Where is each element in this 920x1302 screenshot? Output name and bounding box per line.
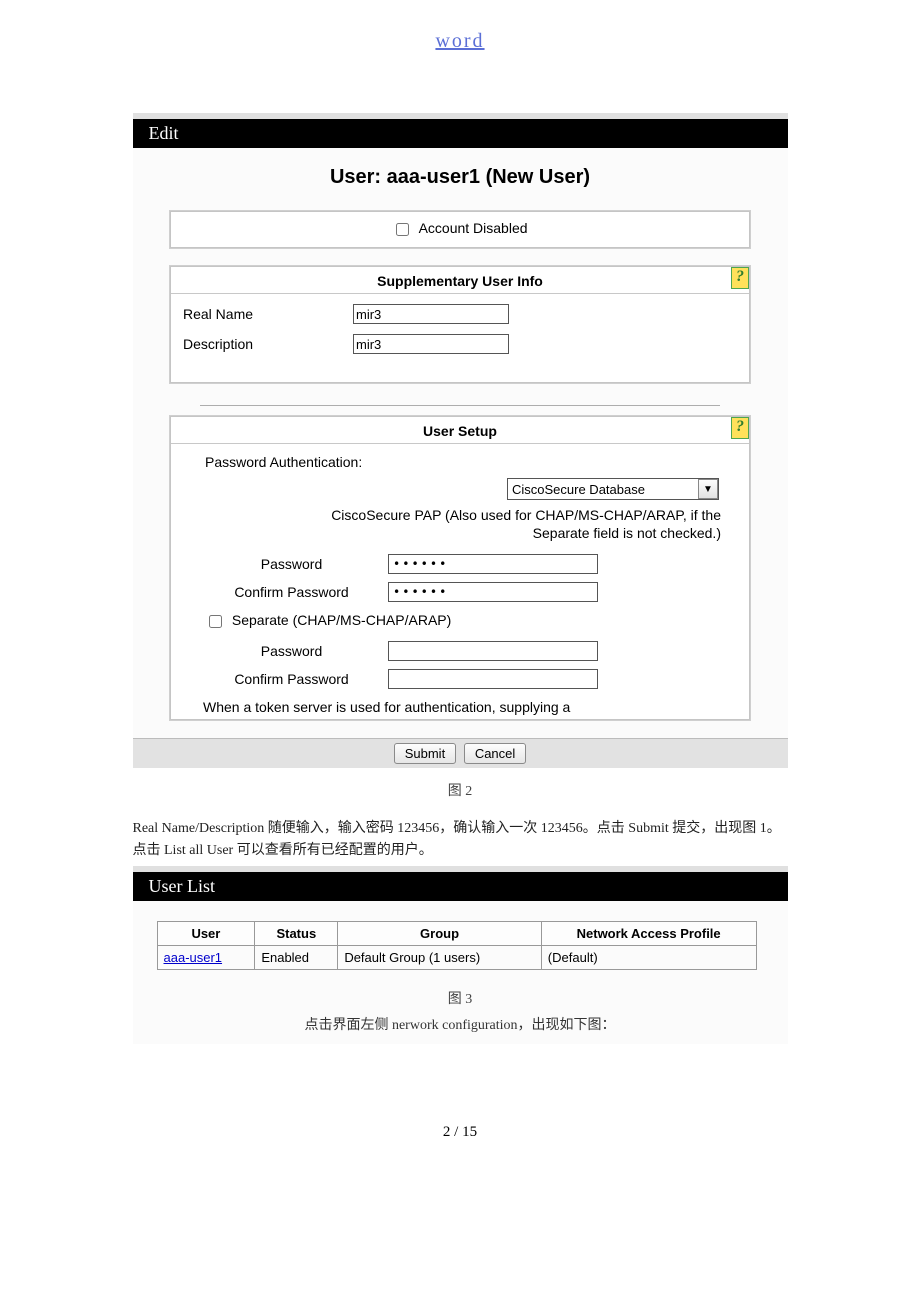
pap-note: CiscoSecure PAP (Also used for CHAP/MS-C…: [197, 506, 721, 542]
password-auth-label: Password Authentication:: [205, 454, 723, 470]
cancel-button[interactable]: Cancel: [464, 743, 526, 764]
supp-user-info-panel: Supplementary User Info ? Real Name Desc…: [170, 266, 750, 383]
sep-confirm-input[interactable]: [388, 669, 598, 689]
page-footer: 2 / 15: [0, 1124, 920, 1141]
password-input[interactable]: [388, 554, 598, 574]
user-setup-panel: User Setup ? Password Authentication: Ci…: [170, 416, 750, 720]
description-label: Description: [183, 336, 353, 352]
db-select[interactable]: CiscoSecure Database ▼: [507, 478, 719, 500]
account-disabled-checkbox[interactable]: [396, 223, 409, 236]
supp-header: Supplementary User Info ?: [171, 267, 749, 294]
real-name-input[interactable]: [353, 304, 509, 324]
table-header-row: User Status Group Network Access Profile: [157, 922, 756, 946]
db-select-value: CiscoSecure Database: [508, 482, 698, 497]
user-setup-header-text: User Setup: [423, 423, 497, 439]
cell-status: Enabled: [255, 946, 338, 970]
help-icon[interactable]: ?: [731, 267, 749, 289]
submit-button[interactable]: Submit: [394, 743, 456, 764]
user-link[interactable]: aaa-user1: [164, 950, 223, 965]
col-status: Status: [255, 922, 338, 946]
cn-instruction-2: 点击界面左侧 nerwork configuration，出现如下图：: [133, 1008, 788, 1044]
separate-checkbox[interactable]: [209, 615, 222, 628]
chevron-down-icon[interactable]: ▼: [698, 479, 718, 499]
edit-header-bar: Edit: [133, 119, 788, 148]
cell-nap: (Default): [541, 946, 756, 970]
user-setup-header: User Setup ?: [171, 417, 749, 444]
screenshot-edit-user: Edit User: aaa-user1 (New User) Account …: [133, 113, 788, 768]
separate-row: Separate (CHAP/MS-CHAP/ARAP): [205, 612, 723, 631]
col-nap: Network Access Profile: [541, 922, 756, 946]
confirm-password-input[interactable]: [388, 582, 598, 602]
password-label: Password: [197, 550, 386, 578]
table-row: aaa-user1 Enabled Default Group (1 users…: [157, 946, 756, 970]
figure-2-label: 图 2: [0, 780, 920, 800]
user-list-table: User Status Group Network Access Profile…: [157, 921, 757, 970]
sep-confirm-label: Confirm Password: [197, 665, 386, 693]
sep-password-input[interactable]: [388, 641, 598, 661]
real-name-label: Real Name: [183, 306, 353, 322]
sep-password-label: Password: [197, 637, 386, 665]
cn-instruction-1: Real Name/Description 随便输入，输入密码 123456，确…: [133, 818, 788, 862]
description-input[interactable]: [353, 334, 509, 354]
word-link[interactable]: word: [435, 30, 484, 52]
cell-group: Default Group (1 users): [338, 946, 541, 970]
help-icon[interactable]: ?: [731, 417, 749, 439]
button-bar: Submit Cancel: [133, 738, 788, 768]
page-title: User: aaa-user1 (New User): [133, 166, 788, 189]
separate-label: Separate (CHAP/MS-CHAP/ARAP): [232, 612, 451, 628]
account-disabled-label: Account Disabled: [419, 220, 528, 236]
figure-3-label: 图 3: [133, 988, 788, 1008]
col-group: Group: [338, 922, 541, 946]
user-list-header-bar: User List: [133, 872, 788, 901]
screenshot-user-list: User List User Status Group Network Acce…: [133, 866, 788, 1044]
token-note: When a token server is used for authenti…: [203, 699, 723, 715]
col-user: User: [157, 922, 255, 946]
confirm-password-label: Confirm Password: [197, 578, 386, 606]
supp-header-text: Supplementary User Info: [377, 273, 543, 289]
divider: [200, 405, 720, 406]
account-disabled-panel: Account Disabled: [170, 211, 750, 248]
